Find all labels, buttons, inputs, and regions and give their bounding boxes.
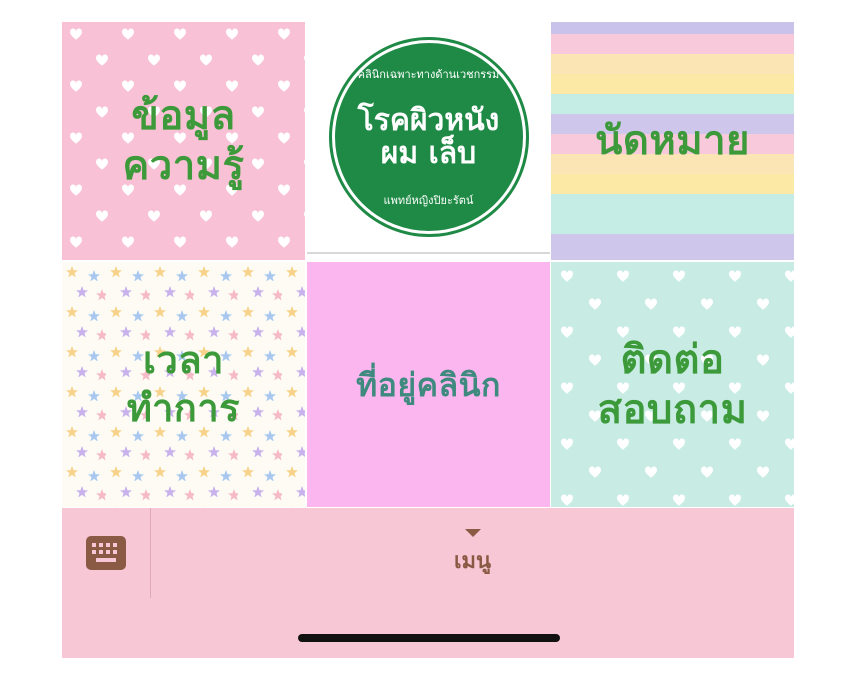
tile-knowledge[interactable]: ข้อมูล ความรู้	[62, 22, 305, 260]
menu-label: เมนู	[453, 548, 492, 574]
logo-top-text: คลินิกเฉพาะทางด้านเวชกรรม	[357, 68, 500, 81]
tile-contact-label: ติดต่อ สอบถาม	[597, 336, 748, 433]
tile-hours-label: เวลา ทำการ	[126, 338, 241, 430]
tile-clinic-logo[interactable]: คลินิกเฉพาะทางด้านเวชกรรม โรคผิวหนัง ผม …	[307, 22, 550, 252]
caret-down-icon	[464, 528, 481, 537]
tile-appointment[interactable]: นัดหมาย	[551, 22, 794, 260]
logo-tile-divider	[307, 252, 550, 254]
tile-contact[interactable]: ติดต่อ สอบถาม	[551, 262, 794, 507]
logo-line-1: โรคผิวหนัง	[357, 103, 500, 138]
keyboard-icon	[86, 536, 126, 570]
logo-bottom-text: แพทย์หญิงปิยะรัตน์	[383, 194, 474, 207]
tile-knowledge-label: ข้อมูล ความรู้	[122, 93, 245, 189]
logo-line-2: ผม เล็บ	[380, 136, 477, 171]
keyboard-toggle-button[interactable]	[62, 508, 151, 598]
tile-address[interactable]: ที่อยู่คลินิก	[307, 262, 550, 507]
tile-appointment-label: นัดหมาย	[595, 118, 750, 164]
home-indicator[interactable]	[298, 634, 560, 642]
clinic-logo: คลินิกเฉพาะทางด้านเวชกรรม โรคผิวหนัง ผม …	[331, 40, 526, 234]
menu-toggle-button[interactable]: เมนู	[151, 508, 794, 598]
rich-menu-bar: เมนู	[62, 508, 794, 658]
tile-address-label: ที่อยู่คลินิก	[356, 365, 501, 404]
tile-hours[interactable]: เวลา ทำการ	[62, 262, 305, 507]
